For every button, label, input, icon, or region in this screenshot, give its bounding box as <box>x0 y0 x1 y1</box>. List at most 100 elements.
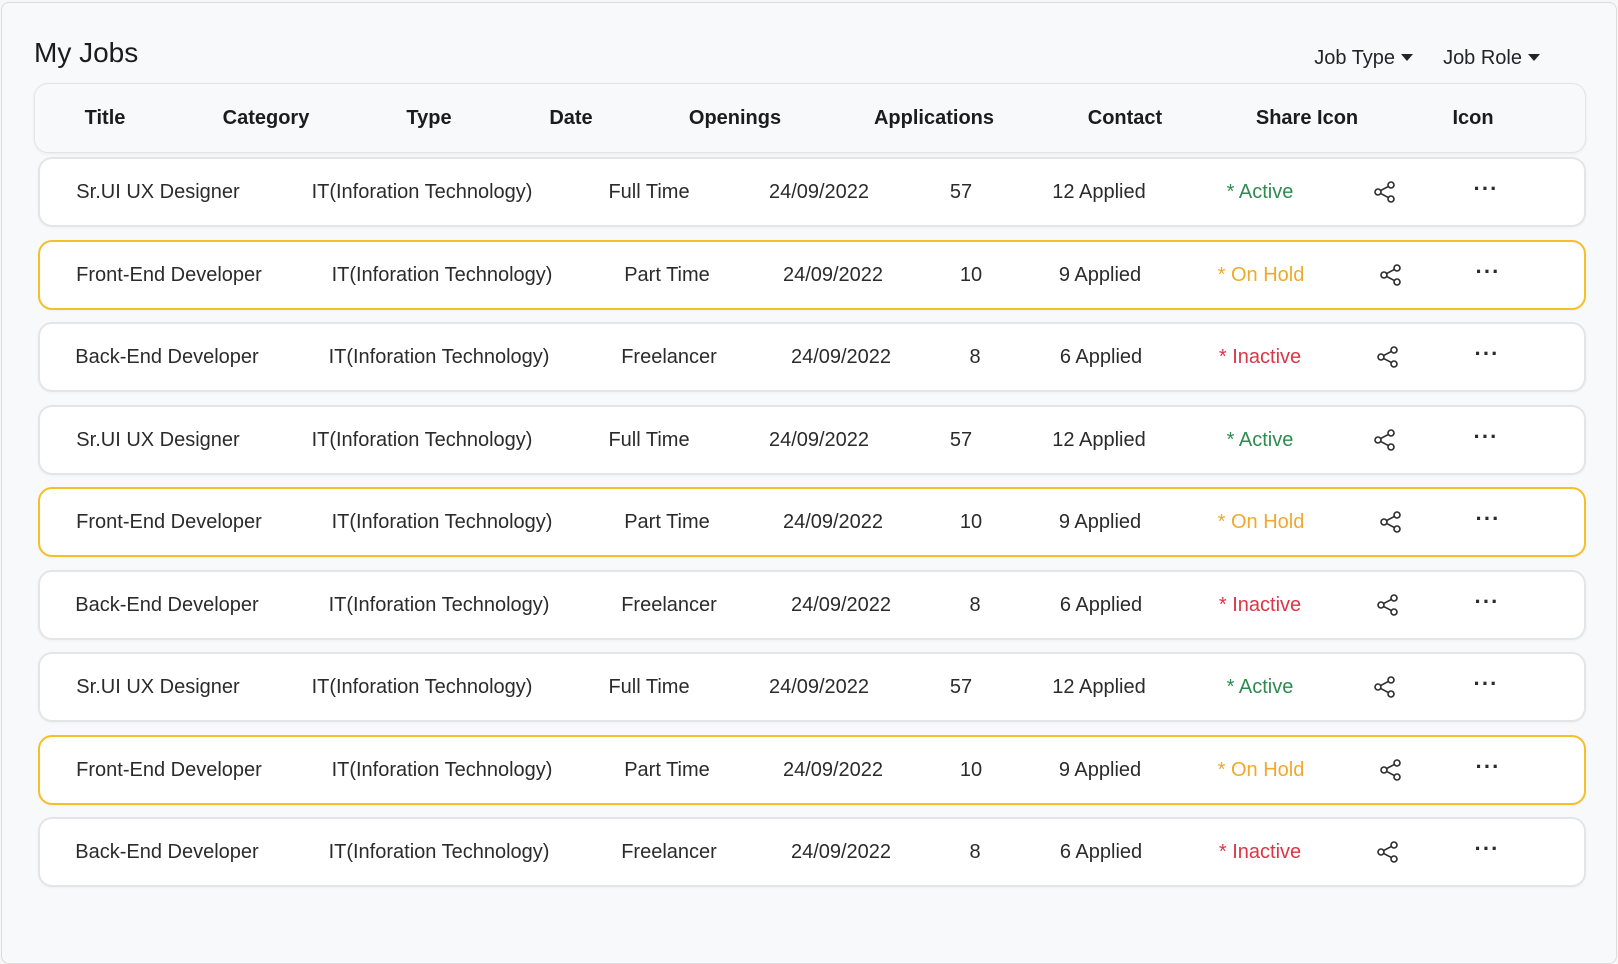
share-icon[interactable] <box>1373 407 1397 473</box>
job-category: IT(Inforation Technology) <box>311 181 533 203</box>
job-date: 24/09/2022 <box>782 758 884 781</box>
job-date: 24/09/2022 <box>768 428 870 451</box>
job-applications: 6 Applied <box>1059 346 1143 368</box>
share-icon[interactable] <box>1373 159 1397 225</box>
job-date: 24/09/2022 <box>790 841 892 863</box>
job-type: Freelancer <box>621 346 717 368</box>
more-horizontal-icon[interactable]: ··· <box>1475 819 1500 885</box>
job-title: Front-End Developer <box>76 511 262 533</box>
job-category: IT(Inforation Technology) <box>328 593 550 616</box>
more-horizontal-icon[interactable]: ··· <box>1476 242 1501 308</box>
job-openings: 8 <box>969 593 981 616</box>
job-category: IT(Inforation Technology) <box>328 841 550 863</box>
job-applications: 9 Applied <box>1058 758 1142 781</box>
column-header-title: Title <box>84 107 126 129</box>
column-header-contact: Contact <box>1087 107 1163 129</box>
job-openings: 10 <box>959 511 983 533</box>
job-title: Back-End Developer <box>75 593 259 616</box>
job-applications: 9 Applied <box>1058 511 1142 533</box>
more-horizontal-icon[interactable]: ··· <box>1476 489 1501 555</box>
job-openings: 57 <box>949 428 973 451</box>
job-status: * On Hold <box>1217 511 1305 533</box>
job-category: IT(Inforation Technology) <box>328 346 550 368</box>
caret-down-icon <box>1528 54 1540 61</box>
job-applications: 12 Applied <box>1052 181 1146 203</box>
share-icon[interactable] <box>1379 242 1403 308</box>
filter-bar: Job Type Job Role <box>1314 47 1540 70</box>
job-type: Part Time <box>624 263 710 286</box>
job-date: 24/09/2022 <box>790 593 892 616</box>
job-type-dropdown[interactable]: Job Type <box>1314 47 1414 70</box>
job-row[interactable]: Back-End Developer IT(Inforation Technol… <box>38 569 1586 640</box>
job-role-label: Job Role <box>1443 47 1522 69</box>
job-openings: 10 <box>959 758 983 781</box>
job-list: Sr.UI UX Designer IT(Inforation Technolo… <box>38 157 1586 900</box>
column-header-icon: Icon <box>1452 107 1494 129</box>
more-horizontal-icon[interactable]: ··· <box>1475 324 1500 390</box>
job-category: IT(Inforation Technology) <box>331 263 553 286</box>
job-title: Back-End Developer <box>75 841 259 863</box>
job-status: * On Hold <box>1217 758 1305 781</box>
job-status: * Inactive <box>1218 346 1302 368</box>
job-row[interactable]: Sr.UI UX Designer IT(Inforation Technolo… <box>38 404 1586 475</box>
more-horizontal-icon[interactable]: ··· <box>1474 654 1499 720</box>
more-horizontal-icon[interactable]: ··· <box>1474 159 1499 225</box>
job-row[interactable]: Back-End Developer IT(Inforation Technol… <box>38 322 1586 392</box>
job-date: 24/09/2022 <box>790 346 892 368</box>
job-status: * On Hold <box>1217 263 1305 286</box>
job-row[interactable]: Sr.UI UX Designer IT(Inforation Technolo… <box>38 652 1586 722</box>
more-horizontal-icon[interactable]: ··· <box>1475 572 1500 638</box>
job-title: Sr.UI UX Designer <box>76 181 240 203</box>
job-title: Back-End Developer <box>75 346 259 368</box>
share-icon[interactable] <box>1379 489 1403 555</box>
job-category: IT(Inforation Technology) <box>331 758 553 781</box>
column-header-openings: Openings <box>688 107 782 129</box>
job-applications: 6 Applied <box>1059 841 1143 863</box>
column-header-applications: Applications <box>873 107 995 129</box>
job-applications: 9 Applied <box>1058 263 1142 286</box>
job-type: Part Time <box>624 758 710 781</box>
job-row[interactable]: Sr.UI UX Designer IT(Inforation Technolo… <box>38 157 1586 227</box>
job-status: * Active <box>1226 181 1294 203</box>
job-applications: 6 Applied <box>1059 593 1143 616</box>
job-row[interactable]: Front-End Developer IT(Inforation Techno… <box>38 734 1586 805</box>
more-horizontal-icon[interactable]: ··· <box>1476 737 1501 803</box>
job-type: Freelancer <box>621 593 717 616</box>
job-status: * Inactive <box>1218 593 1302 616</box>
job-applications: 12 Applied <box>1052 428 1146 451</box>
column-header-share-icon: Share Icon <box>1255 107 1359 129</box>
job-openings: 8 <box>969 346 981 368</box>
share-icon[interactable] <box>1379 737 1403 803</box>
job-openings: 8 <box>969 841 981 863</box>
job-status: * Active <box>1226 428 1294 451</box>
job-type: Full Time <box>608 676 690 698</box>
job-category: IT(Inforation Technology) <box>311 428 533 451</box>
job-date: 24/09/2022 <box>768 676 870 698</box>
more-horizontal-icon[interactable]: ··· <box>1474 407 1499 473</box>
job-row[interactable]: Back-End Developer IT(Inforation Technol… <box>38 817 1586 887</box>
job-row[interactable]: Front-End Developer IT(Inforation Techno… <box>38 239 1586 310</box>
job-type: Freelancer <box>621 841 717 863</box>
job-row[interactable]: Front-End Developer IT(Inforation Techno… <box>38 487 1586 557</box>
share-icon[interactable] <box>1376 819 1400 885</box>
job-role-dropdown[interactable]: Job Role <box>1443 47 1540 70</box>
job-date: 24/09/2022 <box>782 263 884 286</box>
job-title: Sr.UI UX Designer <box>76 676 240 698</box>
job-title: Front-End Developer <box>76 263 262 286</box>
job-date: 24/09/2022 <box>782 511 884 533</box>
job-category: IT(Inforation Technology) <box>311 676 533 698</box>
job-date: 24/09/2022 <box>768 181 870 203</box>
share-icon[interactable] <box>1373 654 1397 720</box>
column-header-type: Type <box>406 107 452 129</box>
job-applications: 12 Applied <box>1052 676 1146 698</box>
job-openings: 10 <box>959 263 983 286</box>
caret-down-icon <box>1401 54 1414 61</box>
table-header: Title Category Type Date Openings Applic… <box>34 83 1586 153</box>
job-openings: 57 <box>949 676 973 698</box>
column-header-category: Category <box>222 107 310 129</box>
share-icon[interactable] <box>1376 572 1400 638</box>
job-title: Sr.UI UX Designer <box>76 428 240 451</box>
share-icon[interactable] <box>1376 324 1400 390</box>
job-type: Part Time <box>624 511 710 533</box>
job-category: IT(Inforation Technology) <box>331 511 553 533</box>
